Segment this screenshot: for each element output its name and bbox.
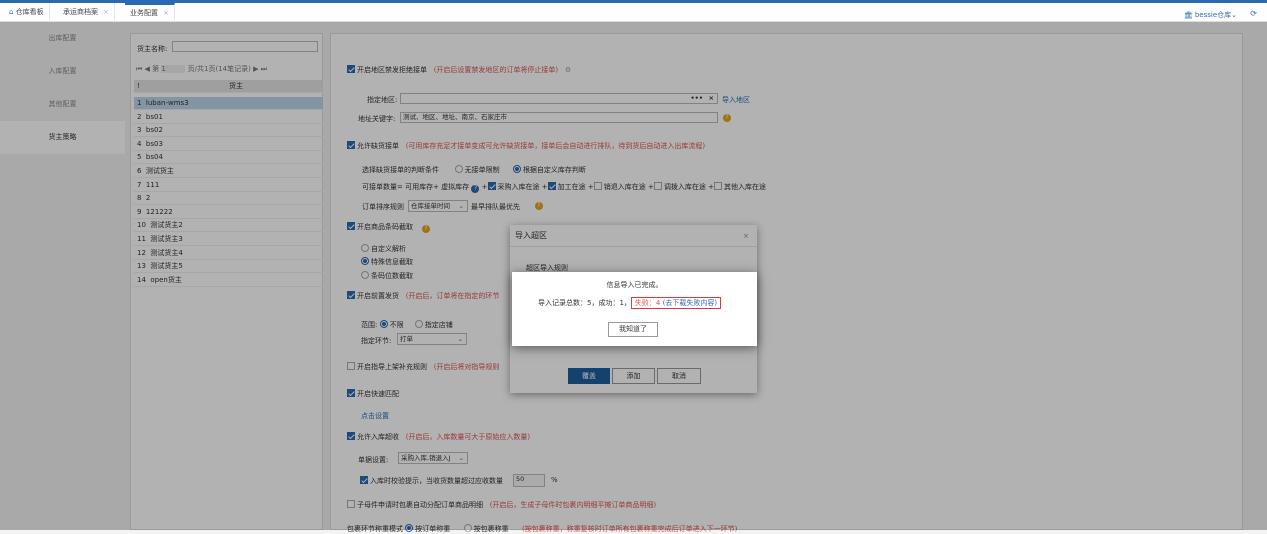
fail-box: 失败：4 (去下载失败内容) <box>630 297 722 309</box>
acknowledge-button[interactable]: 我知道了 <box>608 322 658 337</box>
refresh-icon[interactable]: ⟳ <box>1250 9 1257 18</box>
user-label: bessie仓库 <box>1194 11 1232 19</box>
building-icon: 🏛 <box>1183 11 1193 19</box>
tab-label: 承运商档案 <box>63 8 98 16</box>
chevron-down-icon: ⌄ <box>1231 11 1237 19</box>
tab-bar: ⌂ 仓库看板 承运商档案 × 业务配置 × 🏛 bessie仓库⌄ ⟳ <box>0 3 1267 22</box>
tab-warehouse-board[interactable]: ⌂ 仓库看板 <box>4 3 50 22</box>
tab-label: 仓库看板 <box>15 8 44 16</box>
tab-business-config[interactable]: 业务配置 × <box>125 3 175 22</box>
tab-carrier-archive[interactable]: 承运商档案 × <box>58 3 115 22</box>
close-icon[interactable]: × <box>163 9 169 17</box>
alert-title: 信息导入已完成。 <box>606 281 663 289</box>
download-failures-link[interactable]: (去下载失败内容) <box>663 299 717 307</box>
tab-label: 业务配置 <box>130 9 158 17</box>
home-icon: ⌂ <box>9 8 14 16</box>
user-menu[interactable]: 🏛 bessie仓库⌄ <box>1184 10 1237 20</box>
close-icon[interactable]: × <box>103 8 109 16</box>
alert-summary: 导入记录总数：5，成功：1， 失败：4 (去下载失败内容) <box>538 297 722 309</box>
fail-count: 失败：4 <box>634 299 661 307</box>
import-result-alert: 信息导入已完成。 导入记录总数：5，成功：1， 失败：4 (去下载失败内容) 我知… <box>512 272 757 346</box>
summary-text: 导入记录总数：5，成功：1， <box>538 299 631 307</box>
